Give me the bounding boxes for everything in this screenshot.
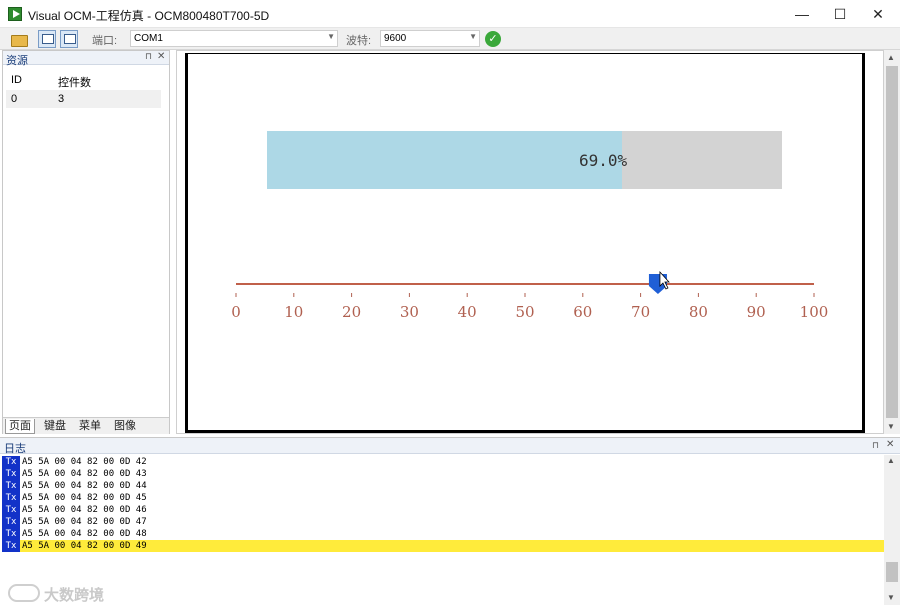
connect-check-icon[interactable]: ✓ bbox=[485, 31, 501, 47]
app-icon bbox=[8, 7, 22, 21]
scrollbar-thumb[interactable] bbox=[886, 66, 898, 418]
window-title: Visual OCM-工程仿真 - OCM800480T700-5D bbox=[28, 9, 270, 23]
log-panel-title: 日志 bbox=[4, 443, 26, 455]
slider-tick-label: 70 bbox=[631, 303, 650, 321]
slider-tick-label: 100 bbox=[800, 303, 829, 321]
log-text: A5 5A 00 04 82 00 0D 49 bbox=[22, 541, 147, 551]
log-text: A5 5A 00 04 82 00 0D 47 bbox=[22, 517, 147, 527]
scroll-up-icon[interactable]: ▲ bbox=[887, 456, 895, 465]
port-select[interactable]: COM1 ▼ bbox=[130, 30, 338, 47]
baud-label: 波特: bbox=[346, 35, 372, 47]
watermark-text: 大数跨境 bbox=[44, 587, 105, 604]
log-line[interactable]: Tx A5 5A 00 04 82 00 0D 47 bbox=[2, 516, 884, 528]
resource-panel: 资源 ⊓ ✕ ID 控件数 0 3 页面 键盘 菜单 图像 bbox=[2, 50, 170, 434]
resource-table-header: ID 控件数 bbox=[6, 71, 161, 89]
baud-value: 9600 bbox=[384, 33, 407, 44]
close-button[interactable]: ✕ bbox=[856, 0, 900, 28]
watermark-logo-icon bbox=[8, 584, 40, 602]
tab-menu[interactable]: 菜单 bbox=[76, 419, 104, 434]
port-value: COM1 bbox=[134, 33, 163, 44]
close-icon[interactable]: ✕ bbox=[886, 439, 894, 450]
log-list: Tx A5 5A 00 04 82 00 0D 42 Tx A5 5A 00 04 8… bbox=[2, 456, 884, 552]
column-header-count[interactable]: 控件数 bbox=[58, 74, 91, 90]
log-direction: Tx bbox=[2, 468, 20, 480]
tab-keyboard[interactable]: 键盘 bbox=[41, 419, 69, 434]
log-direction: Tx bbox=[2, 480, 20, 492]
pin-icon[interactable]: ⊓ bbox=[872, 440, 879, 451]
toolbar: 端口: COM1 ▼ 波特: 9600 ▼ ✓ bbox=[0, 28, 900, 50]
log-text: A5 5A 00 04 82 00 0D 45 bbox=[22, 493, 147, 503]
device-screen: 69.0% 0 10 20 30 40 50 60 70 80 90 100 bbox=[185, 53, 865, 433]
table-row[interactable]: 0 3 bbox=[6, 90, 161, 108]
log-line[interactable]: Tx A5 5A 00 04 82 00 0D 42 bbox=[2, 456, 884, 468]
scroll-down-icon[interactable]: ▼ bbox=[887, 593, 895, 602]
log-line[interactable]: Tx A5 5A 00 04 82 00 0D 43 bbox=[2, 468, 884, 480]
resource-panel-header: 资源 ⊓ ✕ bbox=[3, 51, 169, 67]
slider-tick-label: 10 bbox=[284, 303, 303, 321]
slider-tick-label: 20 bbox=[342, 303, 361, 321]
log-text: A5 5A 00 04 82 00 0D 48 bbox=[22, 529, 147, 539]
log-text: A5 5A 00 04 82 00 0D 43 bbox=[22, 469, 147, 479]
log-direction: Tx bbox=[2, 528, 20, 540]
log-panel: 日志 ⊓ ✕ Tx A5 5A 00 04 82 00 0D 42 Tx A5 5A … bbox=[0, 437, 900, 609]
slider-tick-label: 0 bbox=[231, 303, 241, 321]
tab-page[interactable]: 页面 bbox=[5, 419, 35, 434]
log-text: A5 5A 00 04 82 00 0D 46 bbox=[22, 505, 147, 515]
log-direction: Tx bbox=[2, 492, 20, 504]
slider-tick-label: 90 bbox=[747, 303, 766, 321]
log-line[interactable]: Tx A5 5A 00 04 82 00 0D 46 bbox=[2, 504, 884, 516]
slider-tick-label: 60 bbox=[573, 303, 592, 321]
close-icon[interactable]: ✕ bbox=[157, 51, 165, 62]
chevron-down-icon[interactable]: ▼ bbox=[327, 32, 335, 41]
progress-percent-label: 69.0% bbox=[579, 151, 628, 170]
baud-select[interactable]: 9600 ▼ bbox=[380, 30, 480, 47]
progress-bar[interactable]: 69.0% bbox=[267, 131, 782, 189]
slider-tick-label: 80 bbox=[689, 303, 708, 321]
log-text: A5 5A 00 04 82 00 0D 42 bbox=[22, 457, 147, 467]
layout-view-icon[interactable] bbox=[38, 30, 56, 48]
log-panel-header: 日志 ⊓ ✕ bbox=[0, 438, 900, 455]
log-line[interactable]: Tx A5 5A 00 04 82 00 0D 44 bbox=[2, 480, 884, 492]
design-canvas: 69.0% 0 10 20 30 40 50 60 70 80 90 100 bbox=[176, 50, 884, 434]
log-line[interactable]: Tx A5 5A 00 04 82 00 0D 45 bbox=[2, 492, 884, 504]
canvas-scrollbar[interactable]: ▲ ▼ bbox=[884, 50, 900, 434]
log-direction: Tx bbox=[2, 456, 20, 468]
scrollbar-thumb[interactable] bbox=[886, 562, 898, 582]
log-direction: Tx bbox=[2, 504, 20, 516]
port-label: 端口: bbox=[92, 35, 118, 47]
column-header-id[interactable]: ID bbox=[11, 74, 22, 86]
row-count: 3 bbox=[58, 93, 65, 105]
log-scrollbar[interactable]: ▲ ▼ bbox=[884, 455, 900, 605]
resource-panel-title: 资源 bbox=[6, 55, 28, 67]
open-folder-icon[interactable] bbox=[10, 30, 28, 48]
pin-icon[interactable]: ⊓ bbox=[145, 51, 152, 62]
layout-split-icon[interactable] bbox=[60, 30, 78, 48]
resource-tabs: 页面 键盘 菜单 图像 bbox=[3, 417, 169, 434]
log-line[interactable]: Tx A5 5A 00 04 82 00 0D 48 bbox=[2, 528, 884, 540]
scroll-up-icon[interactable]: ▲ bbox=[887, 53, 895, 62]
tab-image[interactable]: 图像 bbox=[111, 419, 139, 434]
scroll-down-icon[interactable]: ▼ bbox=[887, 422, 895, 431]
title-bar: Visual OCM-工程仿真 - OCM800480T700-5D — ☐ ✕ bbox=[0, 0, 900, 28]
row-id: 0 bbox=[11, 93, 18, 105]
log-direction: Tx bbox=[2, 516, 20, 528]
log-direction: Tx bbox=[2, 540, 20, 552]
progress-bar-fill bbox=[267, 131, 623, 189]
slider-tick-label: 40 bbox=[458, 303, 477, 321]
log-line[interactable]: Tx A5 5A 00 04 82 00 0D 49 bbox=[2, 540, 884, 552]
slider-tick-label: 30 bbox=[400, 303, 419, 321]
log-text: A5 5A 00 04 82 00 0D 44 bbox=[22, 481, 147, 491]
slider[interactable]: 0 10 20 30 40 50 60 70 80 90 100 bbox=[188, 254, 848, 334]
chevron-down-icon[interactable]: ▼ bbox=[469, 32, 477, 41]
slider-tick-label: 50 bbox=[515, 303, 534, 321]
